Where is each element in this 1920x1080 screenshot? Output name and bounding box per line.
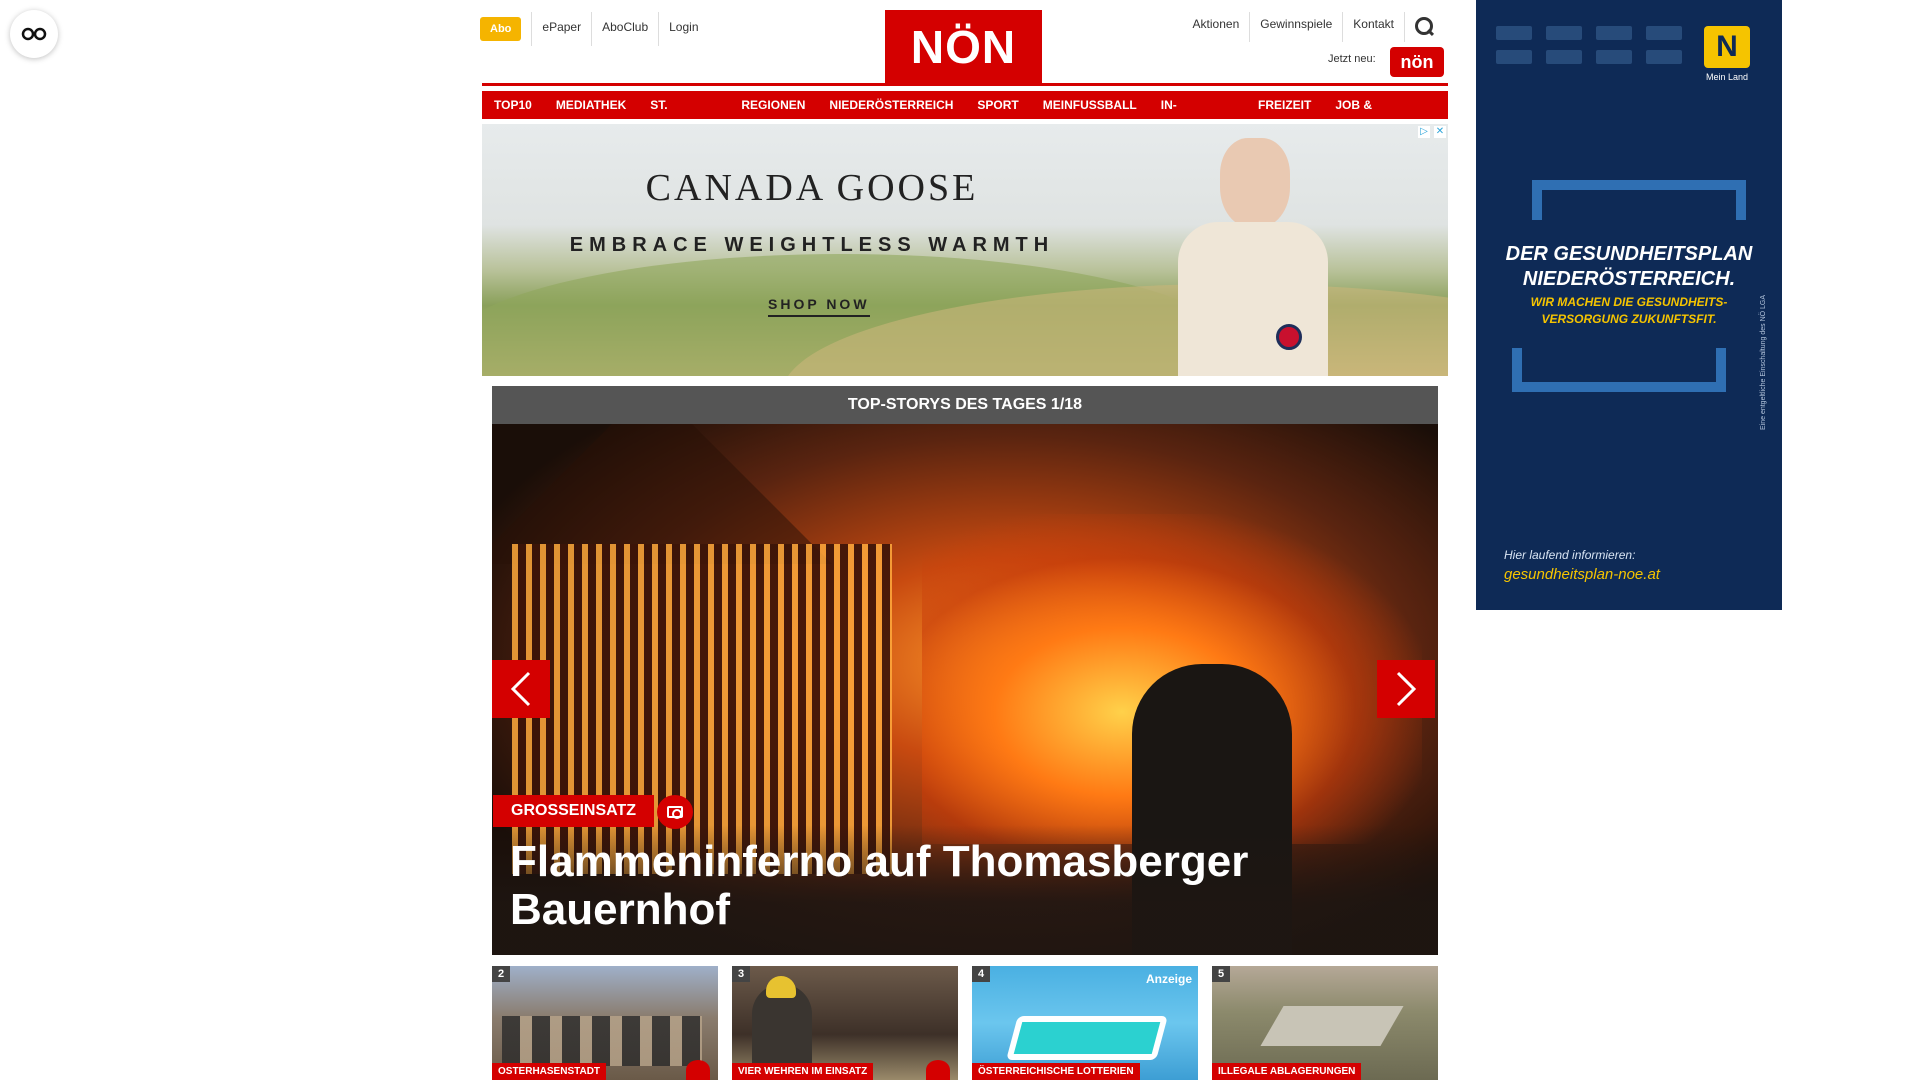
nav-item-freizeit[interactable]: FREIZEIT [1245, 91, 1324, 119]
kontakt-link[interactable]: Kontakt [1343, 12, 1405, 42]
epaper-link[interactable]: ePaper [531, 12, 591, 46]
slider-next-button[interactable] [1377, 660, 1435, 718]
nav-item-niederoesterreich[interactable]: NIEDERÖSTERREICH [817, 91, 966, 119]
frame-decoration [1512, 348, 1726, 392]
side-ad-disclaimer: Eine entgeltliche Einschaltung des NÖ LG… [1760, 294, 1767, 430]
gesundheitsplan-ad[interactable]: N Mein Land DER GESUNDHEITSPLAN NIEDERÖS… [1476, 0, 1782, 610]
partner-logo [1646, 26, 1682, 40]
partner-logos [1496, 26, 1696, 64]
adchoices-icon[interactable]: ▷ [1418, 126, 1430, 138]
story-number: 4 [972, 966, 991, 982]
top-stories-header: TOP-STORYS DES TAGES 1/18 [492, 386, 1438, 424]
barn-roof [492, 424, 832, 564]
story-number: 2 [492, 966, 511, 982]
story-thumbnails: 2 OSTERHASENSTADT 3 VIER WEHREN IM EINSA… [492, 966, 1438, 1080]
partner-logo [1596, 26, 1632, 40]
noe-logo-icon: N [1704, 26, 1750, 68]
model-coat [1178, 222, 1328, 376]
aktionen-link[interactable]: Aktionen [1183, 12, 1251, 42]
camera-icon [686, 1060, 710, 1080]
partner-logo [1596, 50, 1632, 64]
partner-logo [1546, 26, 1582, 40]
nav-item-job-karriere[interactable]: JOB & KARRIERE [1323, 91, 1449, 140]
hero-headline[interactable]: Flammeninferno auf Thomasberger Bauernho… [510, 838, 1370, 934]
chevron-right-icon [1396, 671, 1417, 707]
ad-shop-now-button[interactable]: SHOP NOW [768, 296, 870, 317]
partner-logo [1496, 50, 1532, 64]
camera-icon [657, 795, 693, 829]
abo-button[interactable]: Abo [480, 17, 522, 41]
main-nav: TOP10 MEDIATHEK ST. PÖLTEN REGIONEN NIED… [482, 91, 1449, 140]
right-links: Aktionen Gewinnspiele Kontakt [1183, 12, 1435, 42]
reader-mode-button[interactable] [10, 10, 58, 58]
noe-logo-caption: Mein Land [1705, 72, 1749, 82]
login-link[interactable]: Login [658, 12, 708, 46]
partner-logo [1496, 26, 1532, 40]
side-ad-info: Hier laufend informieren: [1504, 548, 1636, 562]
partner-logo [1546, 50, 1582, 64]
side-ad-subline-line: WIR MACHEN DIE GESUNDHEITS- [1530, 295, 1728, 309]
aboclub-link[interactable]: AboClub [591, 12, 658, 46]
partner-logo [1646, 50, 1682, 64]
slider-prev-button[interactable] [492, 660, 550, 718]
story-thumb-3[interactable]: 3 VIER WEHREN IM EINSATZ [732, 966, 958, 1080]
model-face [1220, 138, 1290, 228]
aerial-photo [1260, 1006, 1404, 1046]
top-links: Abo ePaper AboClub Login [480, 12, 709, 46]
header-divider [482, 83, 1448, 86]
side-ad-headline-line: DER GESUNDHEITSPLAN [1505, 243, 1753, 265]
frame-decoration [1532, 180, 1746, 220]
helmet [766, 976, 796, 998]
noen-logo[interactable]: NÖN [885, 10, 1042, 83]
glasses-icon [21, 27, 47, 41]
ad-model-image [1168, 124, 1338, 376]
story-category: ÖSTERREICHISCHE LOTTERIEN [972, 1063, 1140, 1080]
ad-brand: CANADA GOOSE [645, 167, 979, 209]
nav-item-mediathek[interactable]: MEDIATHEK [543, 91, 639, 119]
gewinnspiele-link[interactable]: Gewinnspiele [1250, 12, 1344, 42]
canada-goose-patch-icon [1276, 324, 1302, 350]
group-photo [502, 1016, 702, 1066]
story-thumb-4[interactable]: 4 Anzeige ÖSTERREICHISCHE LOTTERIEN [972, 966, 1198, 1080]
hero-category-badge[interactable]: GROSSEINSATZ [493, 795, 655, 827]
canada-goose-ad[interactable]: CANADA GOOSE EMBRACE WEIGHTLESS WARMTH S… [482, 124, 1448, 376]
nav-item-in-ausland[interactable]: IN-AUSLAND [1148, 91, 1246, 140]
ad-label: Anzeige [1145, 972, 1192, 986]
side-ad-subline-line: VERSORGUNG ZUKUNFTSFIT. [1541, 312, 1717, 326]
close-icon[interactable]: ✕ [1434, 126, 1446, 138]
nav-item-sport[interactable]: SPORT [965, 91, 1031, 119]
side-ad-headline-line: NIEDERÖSTERREICH. [1522, 268, 1736, 290]
search-icon[interactable] [1413, 16, 1435, 38]
story-category: ILLEGALE ABLAGERUNGEN [1212, 1063, 1362, 1080]
story-category: VIER WEHREN IM EINSATZ [732, 1063, 874, 1080]
pool-illustration [1006, 1016, 1168, 1060]
chevron-left-icon [510, 671, 531, 707]
camera-icon [926, 1060, 950, 1080]
jetzt-neu-label: Jetzt neu: [1328, 53, 1376, 65]
story-thumb-2[interactable]: 2 OSTERHASENSTADT [492, 966, 718, 1080]
ad-tagline: EMBRACE WEIGHTLESS WARMTH [569, 234, 1055, 256]
nav-item-meinfussball[interactable]: MEINFUSSBALL [1030, 91, 1149, 119]
nav-item-regionen[interactable]: REGIONEN [729, 91, 818, 119]
side-ad-subline: WIR MACHEN DIE GESUNDHEITS- VERSORGUNG Z… [1476, 294, 1782, 328]
side-ad-url[interactable]: gesundheitsplan-noe.at [1504, 566, 1660, 583]
nav-item-top10[interactable]: TOP10 [482, 91, 544, 119]
story-number: 5 [1212, 966, 1231, 982]
side-ad-headline: DER GESUNDHEITSPLAN NIEDERÖSTERREICH. [1476, 242, 1782, 292]
camera-glyph [667, 806, 683, 819]
nav-item-st-poelten[interactable]: ST. PÖLTEN [638, 91, 730, 140]
story-category: OSTERHASENSTADT [492, 1063, 607, 1080]
ad-controls: ▷ ✕ [1418, 126, 1446, 138]
story-thumb-5[interactable]: 5 ILLEGALE ABLAGERUNGEN [1212, 966, 1438, 1080]
story-number: 3 [732, 966, 751, 982]
jetzt-neu-badge[interactable]: nön [1390, 47, 1444, 77]
